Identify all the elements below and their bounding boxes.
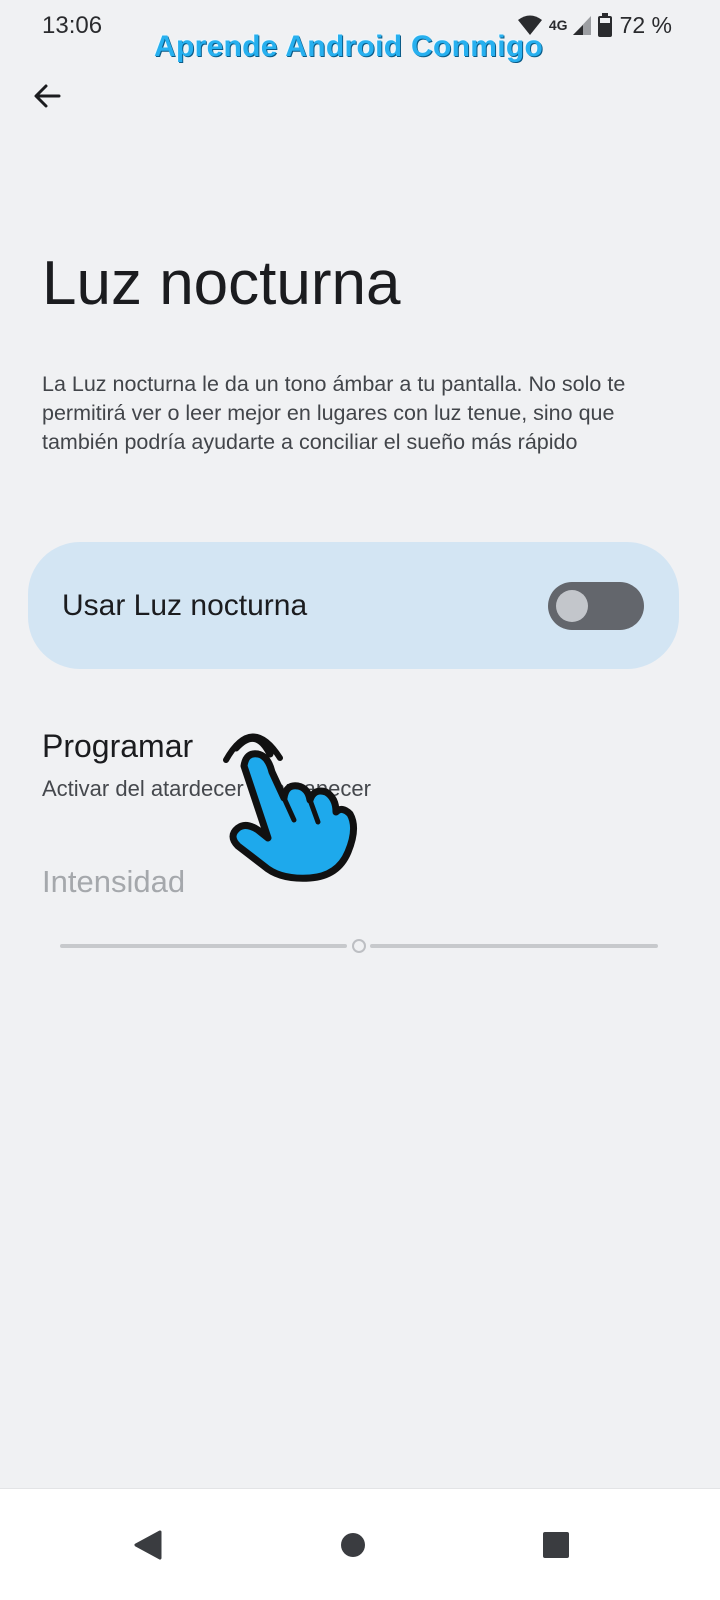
back-triangle-icon (118, 1515, 178, 1575)
toggle-label: Usar Luz nocturna (62, 589, 308, 622)
watermark-text: Aprende Android Conmigo (154, 30, 544, 63)
pointing-hand-icon (214, 728, 364, 888)
home-circle-icon (323, 1515, 383, 1575)
network-type: 4G (548, 17, 568, 33)
arrow-left-icon (28, 84, 68, 120)
battery-icon (597, 13, 612, 37)
recents-square-icon (526, 1515, 586, 1575)
signal-icon (572, 14, 592, 36)
status-time: 13:06 (42, 12, 103, 39)
navigation-bar (0, 1488, 720, 1600)
intensity-slider[interactable] (60, 930, 660, 962)
night-light-switch[interactable] (548, 582, 644, 630)
nav-back-button[interactable] (118, 1515, 178, 1575)
nav-recents-button[interactable] (526, 1515, 586, 1575)
page-title: Luz nocturna (42, 249, 401, 318)
intensity-label: Intensidad (42, 864, 186, 899)
nav-home-button[interactable] (323, 1515, 383, 1575)
schedule-title: Programar (42, 728, 194, 764)
switch-thumb (556, 590, 588, 622)
back-button[interactable] (28, 76, 68, 116)
page-description: La Luz nocturna le da un tono ámbar a tu… (42, 372, 626, 454)
slider-thumb[interactable] (352, 939, 366, 953)
slider-track-left (60, 944, 347, 948)
battery-level: 72 % (619, 11, 672, 38)
night-light-toggle-row[interactable]: Usar Luz nocturna (28, 542, 679, 669)
slider-track-right (370, 944, 658, 948)
